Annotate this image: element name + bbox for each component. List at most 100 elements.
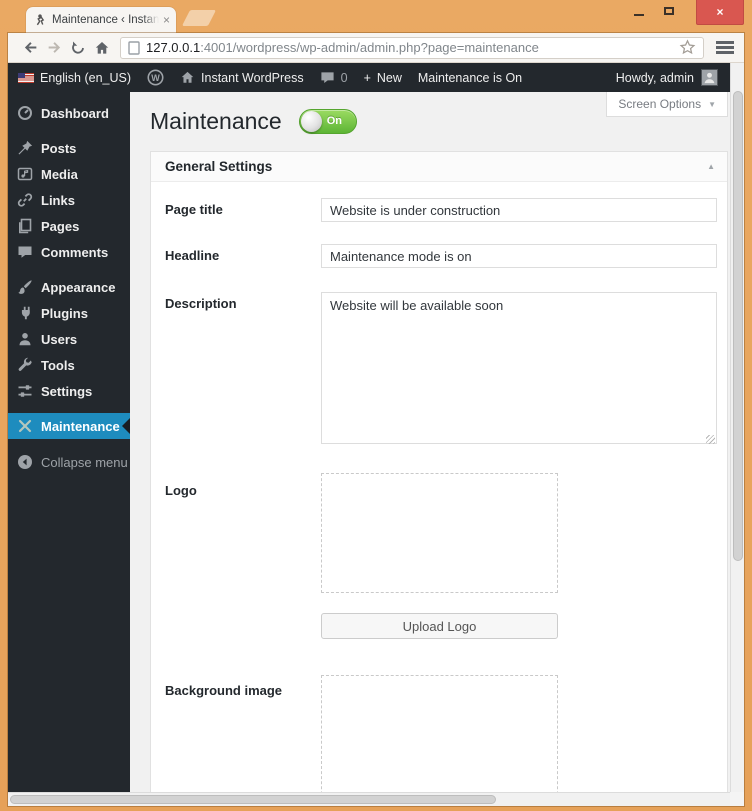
- page-title-input[interactable]: [321, 198, 717, 222]
- close-button[interactable]: ×: [696, 0, 744, 25]
- sidebar-item-media[interactable]: Media: [8, 161, 130, 187]
- admin-bar-new[interactable]: + New: [364, 71, 402, 85]
- new-label: New: [376, 70, 402, 85]
- chevron-down-icon: ▼: [708, 99, 716, 109]
- pushpin-icon: [18, 140, 33, 155]
- toggle-knob: [300, 110, 322, 132]
- sidebar-item-label: Media: [41, 166, 78, 182]
- forward-icon: [48, 42, 60, 53]
- comment-bubble-icon: [321, 72, 334, 83]
- page-icon: [128, 40, 140, 55]
- reload-icon: [72, 41, 84, 54]
- plug-icon: [21, 306, 30, 320]
- admin-bar-language[interactable]: English (en_US): [18, 71, 131, 85]
- sidebar-item-comments[interactable]: Comments: [8, 239, 130, 265]
- admin-content: Screen Options ▼ Maintenance On General …: [130, 92, 730, 792]
- background-image-dropzone[interactable]: [321, 675, 558, 792]
- scrollbar-corner: [730, 792, 744, 806]
- admin-bar-wp-logo[interactable]: W: [147, 69, 164, 86]
- field-row-description: Description Website will be available so…: [165, 292, 717, 449]
- sidebar-item-settings[interactable]: Settings: [8, 378, 130, 404]
- avatar: [701, 69, 718, 86]
- language-label: English (en_US): [40, 70, 132, 85]
- sidebar-item-users[interactable]: Users: [8, 326, 130, 352]
- sidebar-item-label: Comments: [41, 244, 109, 260]
- description-textarea[interactable]: Website will be available soon: [321, 292, 717, 444]
- window-controls: ×: [624, 0, 744, 25]
- vertical-scrollbar-thumb[interactable]: [733, 91, 743, 561]
- browser-viewport: 127.0.0.1:4001/wordpress/wp-admin/admin.…: [8, 33, 744, 806]
- sidebar-item-plugins[interactable]: Plugins: [8, 300, 130, 326]
- vertical-scrollbar[interactable]: [730, 63, 744, 792]
- horizontal-scrollbar-thumb[interactable]: [10, 795, 496, 804]
- wp-admin-menu: Dashboard Posts Media Links Pages Commen…: [8, 92, 130, 792]
- tab-title: Maintenance ‹ Instant Wo: [52, 14, 159, 26]
- field-row-page-title: Page title: [165, 198, 717, 222]
- chevron-up-icon: ▲: [707, 162, 715, 171]
- background-image-field-label: Background image: [165, 683, 283, 698]
- media-icon: [17, 167, 33, 181]
- admin-bar-account[interactable]: Howdy, admin: [616, 69, 718, 86]
- screen-options-label: Screen Options: [618, 97, 702, 111]
- new-tab-button[interactable]: [181, 10, 217, 26]
- reload-button[interactable]: [66, 36, 90, 60]
- sidebar-item-label: Settings: [41, 383, 93, 399]
- resize-grip-icon[interactable]: [706, 435, 715, 444]
- back-icon: [24, 42, 36, 53]
- wp-admin-bar: English (en_US) W Instant WordPress 0 + …: [8, 63, 730, 92]
- tab-close-icon[interactable]: ×: [163, 14, 170, 26]
- admin-bar-comments[interactable]: 0: [320, 70, 348, 85]
- admin-bar-site-name[interactable]: Instant WordPress: [180, 70, 304, 85]
- home-icon: [95, 41, 109, 54]
- sidebar-item-dashboard[interactable]: Dashboard: [8, 100, 130, 126]
- sidebar-item-tools[interactable]: Tools: [8, 352, 130, 378]
- collapse-arrow-icon: [18, 455, 32, 469]
- sidebar-item-label: Dashboard: [41, 105, 109, 121]
- bookmark-star-icon[interactable]: [679, 39, 696, 56]
- panel-title: General Settings: [165, 159, 273, 174]
- sidebar-item-maintenance[interactable]: Maintenance: [8, 413, 130, 439]
- field-row-logo: Logo Upload Logo: [165, 473, 717, 639]
- browser-toolbar: 127.0.0.1:4001/wordpress/wp-admin/admin.…: [8, 33, 744, 63]
- sidebar-item-label: Tools: [41, 357, 75, 373]
- comments-count: 0: [340, 70, 348, 85]
- sidebar-item-label: Appearance: [41, 279, 116, 295]
- screen-options-button[interactable]: Screen Options ▼: [606, 92, 728, 117]
- user-silhouette-icon: [704, 72, 715, 84]
- horizontal-scrollbar[interactable]: [8, 792, 730, 806]
- maintenance-toggle[interactable]: On: [298, 108, 357, 134]
- description-field-label: Description: [165, 296, 237, 311]
- headline-field-label: Headline: [165, 248, 220, 263]
- browser-menu-icon[interactable]: [716, 41, 734, 54]
- sliders-icon: [18, 385, 32, 397]
- url-path: :4001/wordpress/wp-admin/admin.php?page=…: [200, 40, 539, 55]
- browser-tab[interactable]: Maintenance ‹ Instant Wo ×: [26, 7, 176, 33]
- minimize-button[interactable]: [624, 0, 654, 22]
- sidebar-collapse-menu[interactable]: Collapse menu: [8, 449, 130, 475]
- us-flag-icon: [18, 72, 34, 83]
- collapse-menu-label: Collapse menu: [41, 454, 128, 470]
- panel-header[interactable]: General Settings ▲: [151, 152, 727, 182]
- plus-icon: +: [363, 70, 371, 85]
- field-row-background-image: Background image: [165, 675, 717, 792]
- page-title-field-label: Page title: [165, 202, 223, 217]
- url-text: 127.0.0.1:4001/wordpress/wp-admin/admin.…: [146, 40, 679, 55]
- home-icon: [181, 71, 194, 83]
- headline-input[interactable]: [321, 244, 717, 268]
- home-button[interactable]: [90, 36, 114, 60]
- sidebar-item-links[interactable]: Links: [8, 187, 130, 213]
- logo-field-label: Logo: [165, 483, 197, 498]
- sidebar-item-pages[interactable]: Pages: [8, 213, 130, 239]
- logo-dropzone[interactable]: [321, 473, 558, 593]
- browser-window: Maintenance ‹ Instant Wo × ×: [0, 0, 752, 811]
- back-button[interactable]: [18, 36, 42, 60]
- sidebar-item-appearance[interactable]: Appearance: [8, 274, 130, 300]
- sidebar-item-posts[interactable]: Posts: [8, 135, 130, 161]
- forward-button[interactable]: [42, 36, 66, 60]
- upload-logo-button[interactable]: Upload Logo: [321, 613, 558, 639]
- pages-icon: [19, 218, 32, 234]
- admin-bar-maintenance-status[interactable]: Maintenance is On: [418, 71, 522, 85]
- address-bar[interactable]: 127.0.0.1:4001/wordpress/wp-admin/admin.…: [120, 36, 704, 59]
- chain-link-icon: [17, 193, 33, 207]
- maximize-button[interactable]: [654, 0, 684, 22]
